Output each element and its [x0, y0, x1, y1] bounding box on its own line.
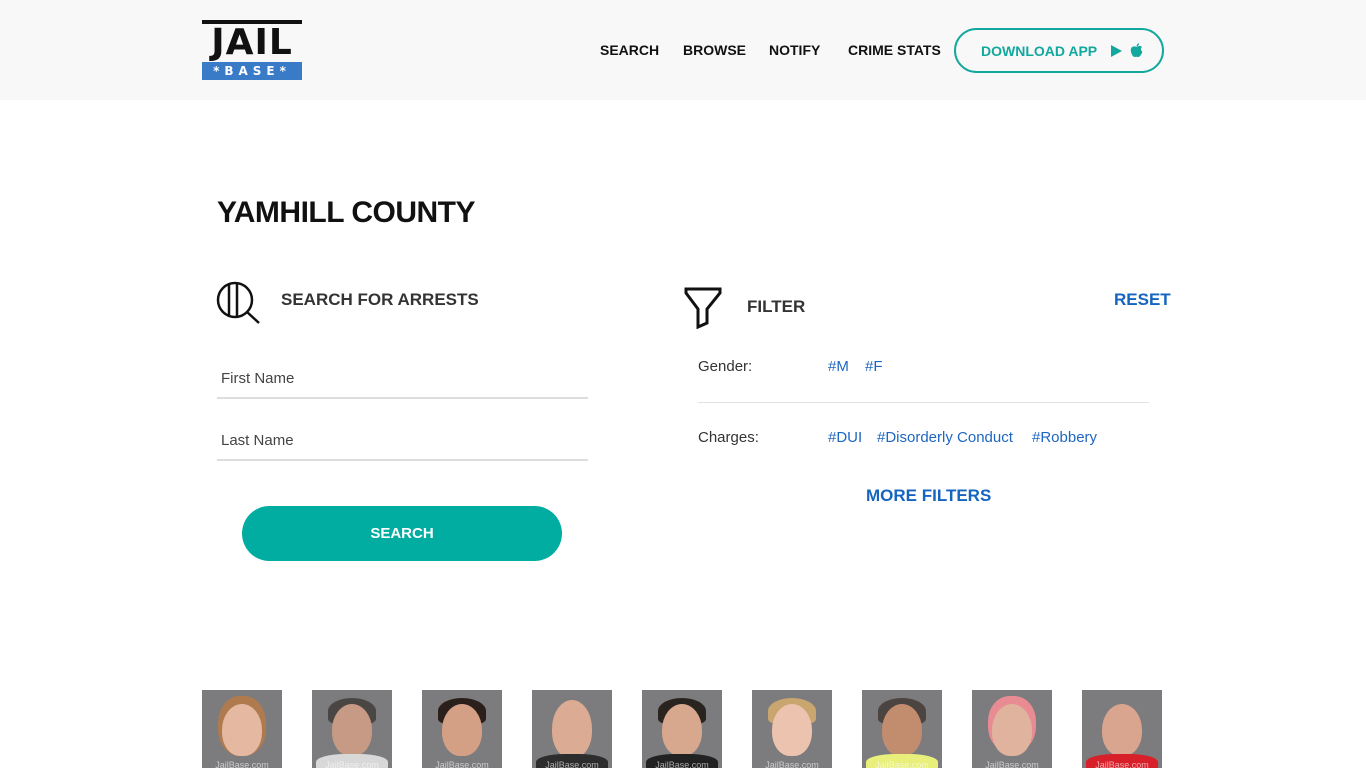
logo-base-text: *BASE*	[202, 62, 302, 80]
last-name-input[interactable]	[217, 415, 588, 459]
download-app-button[interactable]: DOWNLOAD APP	[954, 28, 1164, 73]
mugshot-card[interactable]: JailBase.com	[312, 690, 392, 768]
mugshot-face	[222, 704, 262, 756]
mugshot-card[interactable]: JailBase.com	[1082, 690, 1162, 768]
mugshot-watermark: JailBase.com	[985, 760, 1039, 768]
first-name-field-wrap	[217, 353, 588, 399]
nav-crime-stats[interactable]: CRIME STATS	[848, 42, 941, 58]
filter-funnel-icon	[684, 287, 722, 329]
search-button[interactable]: SEARCH	[242, 506, 562, 561]
page-title: YAMHILL COUNTY	[217, 196, 476, 229]
mugshot-face	[662, 704, 702, 756]
charges-label: Charges:	[698, 429, 759, 446]
filter-heading: FILTER	[747, 297, 806, 316]
mugshot-card[interactable]: JailBase.com	[972, 690, 1052, 768]
download-app-label: DOWNLOAD APP	[981, 42, 1098, 59]
mugshot-face	[442, 704, 482, 756]
mugshot-watermark: JailBase.com	[875, 760, 929, 768]
mugshot-watermark: JailBase.com	[655, 760, 709, 768]
mugshot-face	[552, 700, 592, 758]
charge-tag-dui[interactable]: #DUI	[828, 429, 862, 446]
apple-icon	[1130, 43, 1143, 58]
mugshot-watermark: JailBase.com	[325, 760, 379, 768]
nav-search[interactable]: SEARCH	[600, 42, 659, 58]
google-play-icon	[1111, 44, 1123, 57]
mugshot-face	[1102, 704, 1142, 756]
nav-notify[interactable]: NOTIFY	[769, 42, 820, 58]
mugshot-card[interactable]: JailBase.com	[202, 690, 282, 768]
gender-tag-f[interactable]: #F	[865, 358, 883, 375]
mugshot-face	[332, 704, 372, 756]
logo-jail-text: JAIL	[211, 22, 293, 63]
mugshot-card[interactable]: JailBase.com	[532, 690, 612, 768]
mugshot-face	[772, 704, 812, 756]
mugshot-watermark: JailBase.com	[1095, 760, 1149, 768]
mugshot-card[interactable]: JailBase.com	[752, 690, 832, 768]
mugshot-face	[882, 704, 922, 756]
jailbase-logo[interactable]: JAIL *BASE*	[202, 20, 302, 80]
mugshot-watermark: JailBase.com	[435, 760, 489, 768]
search-heading: SEARCH FOR ARRESTS	[281, 290, 479, 309]
more-filters-link[interactable]: MORE FILTERS	[866, 486, 991, 506]
site-header: JAIL *BASE* SEARCH BROWSE NOTIFY CRIME S…	[0, 0, 1366, 100]
search-magnifier-icon	[216, 281, 260, 324]
mugshot-watermark: JailBase.com	[545, 760, 599, 768]
mugshot-card[interactable]: JailBase.com	[862, 690, 942, 768]
mugshot-watermark: JailBase.com	[765, 760, 819, 768]
charge-tag-disorderly-conduct[interactable]: #Disorderly Conduct	[877, 429, 1013, 446]
gender-label: Gender:	[698, 358, 753, 375]
filter-divider	[698, 402, 1149, 403]
last-name-field-wrap	[217, 415, 588, 461]
mugshot-card[interactable]: JailBase.com	[642, 690, 722, 768]
mugshot-face	[992, 704, 1032, 756]
reset-filters-link[interactable]: RESET	[1114, 290, 1171, 310]
mugshot-watermark: JailBase.com	[215, 760, 269, 768]
first-name-input[interactable]	[217, 353, 588, 397]
mugshot-card[interactable]: JailBase.com	[422, 690, 502, 768]
charge-tag-robbery[interactable]: #Robbery	[1032, 429, 1097, 446]
nav-browse[interactable]: BROWSE	[683, 42, 746, 58]
gender-tag-m[interactable]: #M	[828, 358, 849, 375]
